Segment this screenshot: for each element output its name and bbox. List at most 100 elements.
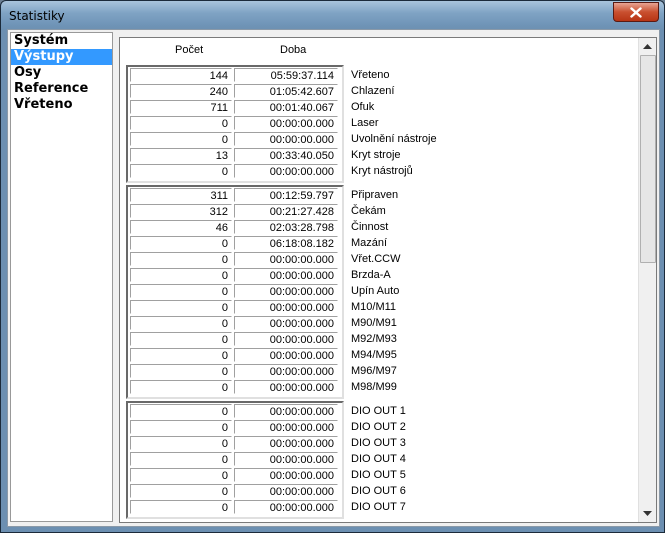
- duration-cell: 02:03:28.798: [234, 220, 338, 234]
- duration-cell: 00:00:00.000: [234, 468, 338, 482]
- row-label: Vřeteno: [351, 69, 390, 81]
- duration-cell: 00:00:00.000: [234, 500, 338, 514]
- stat-group: 144 05:59:37.114 240 01:05:42.607 711 00:01:4…: [126, 65, 344, 183]
- row-label: M10/M11: [351, 301, 397, 313]
- count-cell: 711: [130, 100, 232, 114]
- duration-cell: 00:00:00.000: [234, 436, 338, 450]
- stat-group: 311 00:12:59.797 312 00:21:27.428 46 02:03:28…: [126, 185, 344, 399]
- row-label: Uvolnění nástroje: [351, 133, 437, 145]
- nav-item[interactable]: Systém: [11, 33, 112, 49]
- row-label: Vřet.CCW: [351, 253, 401, 265]
- duration-cell: 00:00:00.000: [234, 348, 338, 362]
- count-cell: 0: [130, 452, 232, 466]
- count-cell: 0: [130, 364, 232, 378]
- duration-cell: 00:00:00.000: [234, 404, 338, 418]
- row-label: DIO OUT 7: [351, 501, 406, 513]
- row-label: Mazání: [351, 237, 388, 249]
- client-area: Systém Výstupy Osy Reference Vřeteno Počet D…: [7, 29, 660, 527]
- duration-cell: 00:00:00.000: [234, 364, 338, 378]
- statistics-window: Statistiky Systém Výstupy Osy Reference Vřet…: [0, 0, 665, 533]
- count-cell: 0: [130, 236, 232, 250]
- count-cell: 0: [130, 268, 232, 282]
- nav-item[interactable]: Výstupy: [11, 49, 112, 65]
- count-cell: 0: [130, 284, 232, 298]
- duration-cell: 01:05:42.607: [234, 84, 338, 98]
- nav-item[interactable]: Vřeteno: [11, 97, 112, 113]
- duration-cell: 00:00:00.000: [234, 268, 338, 282]
- duration-cell: 00:00:00.000: [234, 452, 338, 466]
- close-button[interactable]: [613, 2, 659, 22]
- outputs-panel: Počet Doba 144 05:59:37.114 240 01:05:42.60…: [119, 37, 657, 523]
- row-label: Čekám: [351, 205, 386, 217]
- row-label: Činnost: [351, 221, 389, 233]
- close-icon: [630, 6, 642, 18]
- count-cell: 0: [130, 116, 232, 130]
- count-cell: 240: [130, 84, 232, 98]
- title-bar[interactable]: Statistiky: [1, 1, 664, 29]
- count-cell: 312: [130, 204, 232, 218]
- row-label: M94/M95: [351, 349, 397, 361]
- duration-cell: 00:00:00.000: [234, 252, 338, 266]
- count-cell: 311: [130, 188, 232, 202]
- row-label: Brzda-A: [351, 269, 391, 281]
- row-label: Ofuk: [351, 101, 375, 113]
- count-cell: 0: [130, 484, 232, 498]
- duration-cell: 00:00:00.000: [234, 284, 338, 298]
- count-cell: 0: [130, 316, 232, 330]
- count-cell: 0: [130, 420, 232, 434]
- duration-cell: 00:00:00.000: [234, 132, 338, 146]
- duration-cell: 00:00:00.000: [234, 484, 338, 498]
- count-cell: 0: [130, 332, 232, 346]
- count-cell: 0: [130, 348, 232, 362]
- row-label: DIO OUT 5: [351, 469, 406, 481]
- count-cell: 0: [130, 380, 232, 394]
- duration-cell: 06:18:08.182: [234, 236, 338, 250]
- duration-cell: 00:33:40.050: [234, 148, 338, 162]
- count-cell: 144: [130, 68, 232, 82]
- row-label: M92/M93: [351, 333, 397, 345]
- count-cell: 0: [130, 404, 232, 418]
- scroll-down-button[interactable]: [639, 505, 656, 522]
- duration-cell: 00:00:00.000: [234, 380, 338, 394]
- row-label: M96/M97: [351, 365, 397, 377]
- count-cell: 0: [130, 500, 232, 514]
- duration-cell: 00:00:00.000: [234, 332, 338, 346]
- row-label: Kryt nástrojů: [351, 165, 413, 177]
- count-header: Počet: [175, 44, 204, 56]
- row-label: DIO OUT 3: [351, 437, 406, 449]
- stat-group: 0 00:00:00.000 0 00:00:00.000 0 00:00:00.000 0…: [126, 401, 344, 519]
- duration-cell: 00:00:00.000: [234, 316, 338, 330]
- time-header: Doba: [280, 44, 307, 56]
- count-cell: 0: [130, 436, 232, 450]
- arrow-up-icon: [643, 44, 652, 49]
- count-cell: 0: [130, 300, 232, 314]
- duration-cell: 00:00:00.000: [234, 164, 338, 178]
- duration-cell: 00:00:00.000: [234, 116, 338, 130]
- count-cell: 0: [130, 164, 232, 178]
- vertical-scrollbar[interactable]: [638, 38, 656, 522]
- row-label: DIO OUT 1: [351, 405, 406, 417]
- nav-item[interactable]: Osy: [11, 65, 112, 81]
- count-cell: 13: [130, 148, 232, 162]
- arrow-down-icon: [643, 511, 652, 516]
- duration-cell: 05:59:37.114: [234, 68, 338, 82]
- count-cell: 46: [130, 220, 232, 234]
- row-label: M90/M91: [351, 317, 397, 329]
- duration-cell: 00:12:59.797: [234, 188, 338, 202]
- row-label: Laser: [351, 117, 379, 129]
- category-list[interactable]: Systém Výstupy Osy Reference Vřeteno: [10, 32, 113, 522]
- row-label: DIO OUT 4: [351, 453, 406, 465]
- row-label: M98/M99: [351, 381, 397, 393]
- count-cell: 0: [130, 468, 232, 482]
- count-cell: 0: [130, 252, 232, 266]
- row-label: Upín Auto: [351, 285, 400, 297]
- count-cell: 0: [130, 132, 232, 146]
- nav-item[interactable]: Reference: [11, 81, 112, 97]
- scroll-thumb[interactable]: [640, 55, 656, 263]
- row-label: DIO OUT 6: [351, 485, 406, 497]
- duration-cell: 00:01:40.067: [234, 100, 338, 114]
- row-label: Kryt stroje: [351, 149, 401, 161]
- row-label: Připraven: [351, 189, 399, 201]
- duration-cell: 00:00:00.000: [234, 300, 338, 314]
- scroll-up-button[interactable]: [639, 38, 656, 55]
